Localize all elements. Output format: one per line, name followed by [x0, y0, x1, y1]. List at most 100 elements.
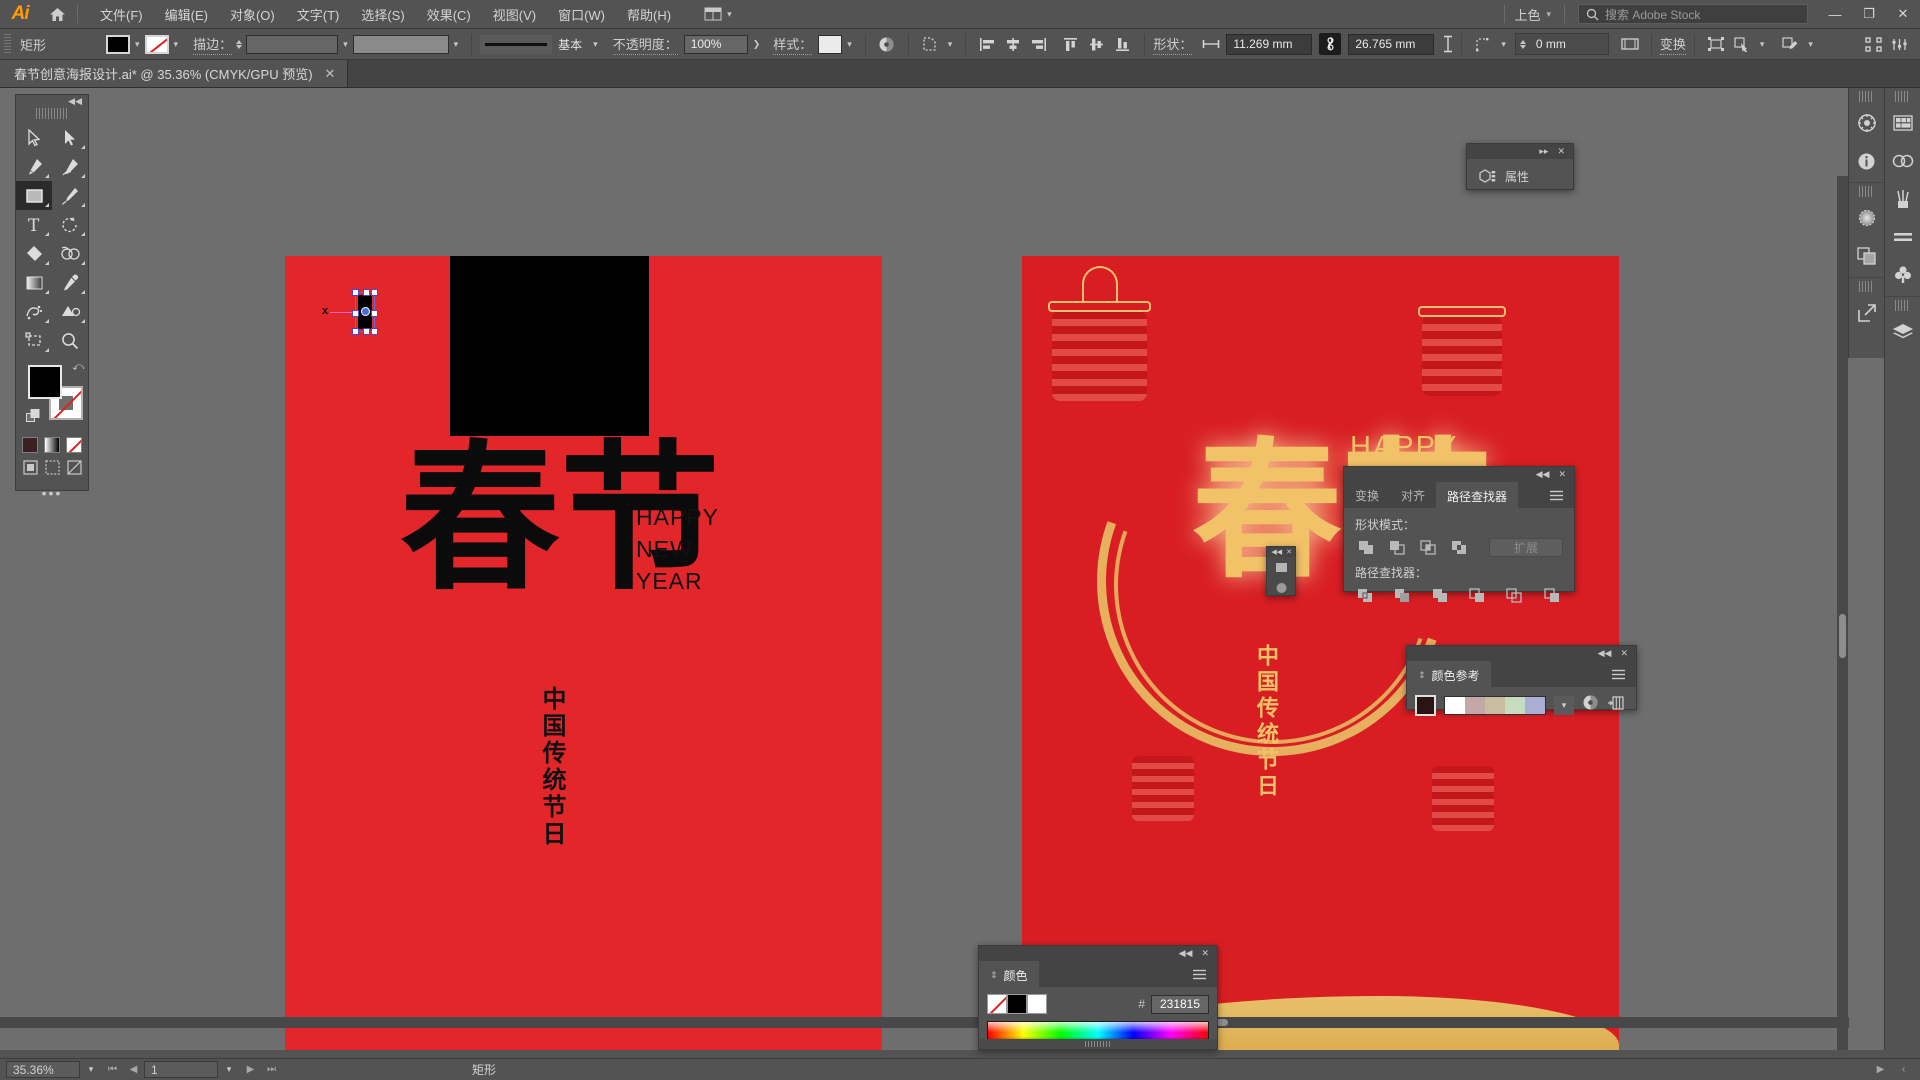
pathfinder-collapse-icon[interactable]: ◀◀ [1536, 469, 1550, 480]
select-similar-chevron-down-icon[interactable]: ▾ [943, 39, 958, 50]
menu-effect[interactable]: 效果(C) [416, 0, 482, 29]
document-tab[interactable]: 春节创意海报设计.ai* @ 35.36% (CMYK/GPU 预览) ✕ [0, 60, 349, 87]
rectangle-tool[interactable] [16, 181, 52, 210]
symbol-sprayer-tool[interactable] [16, 297, 52, 326]
color-guide-menu-icon[interactable] [1601, 661, 1636, 687]
type-tool[interactable]: T [16, 210, 52, 239]
brush-chevron-down-icon[interactable]: ▾ [588, 39, 603, 50]
stroke-weight-field[interactable] [246, 34, 339, 54]
mini-tools-collapse-icon[interactable]: ◀◀ [1271, 548, 1282, 556]
stroke-chevron-down-icon[interactable]: ▾ [169, 39, 184, 50]
color-wheel-icon[interactable] [1582, 694, 1599, 716]
none-button[interactable] [66, 437, 82, 453]
minimize-button[interactable]: — [1818, 0, 1852, 29]
zoom-tool[interactable] [52, 326, 88, 355]
link-icon[interactable] [1319, 33, 1342, 55]
pathfinder-menu-icon[interactable] [1539, 482, 1574, 508]
stroke-label[interactable]: 描边： [193, 34, 233, 55]
tab-color-guide[interactable]: ⇕ 颜色参考 [1407, 661, 1491, 687]
stroke-profile-field[interactable] [352, 34, 449, 54]
menu-window[interactable]: 窗口(W) [547, 0, 616, 29]
corner-type-button[interactable] [1470, 32, 1496, 56]
workspace-chevron-down-icon[interactable]: ▾ [1546, 9, 1561, 20]
dock-a-grip-2[interactable] [1859, 186, 1874, 197]
control-bar-grip[interactable] [4, 34, 11, 54]
black-rectangle-shape[interactable] [450, 256, 649, 436]
fill-color-swatch[interactable] [28, 365, 62, 399]
menu-select[interactable]: 选择(S) [350, 0, 415, 29]
align-center-h-button[interactable] [1000, 32, 1026, 56]
dock-b-grip-2[interactable] [1895, 300, 1910, 311]
tab-transform[interactable]: 变换 [1344, 482, 1390, 508]
opacity-expand-icon[interactable]: ❯ [748, 39, 766, 50]
outline-button[interactable] [1504, 586, 1525, 605]
pen-tool[interactable] [16, 152, 52, 181]
shape-builder-tool[interactable] [52, 239, 88, 268]
eyedropper-tool[interactable] [52, 268, 88, 297]
crop-button[interactable] [1467, 586, 1488, 605]
properties-close-icon[interactable]: ✕ [1557, 146, 1565, 157]
canvas-horizontal-scrollbar[interactable] [0, 1017, 1849, 1028]
fill-swatch[interactable] [106, 34, 130, 54]
properties-expand-icon[interactable]: ▸▸ [1539, 146, 1548, 157]
expand-button[interactable]: 扩展 [1489, 538, 1563, 557]
status-play-icon[interactable]: ▶ [1870, 1061, 1891, 1078]
curvature-tool[interactable] [52, 152, 88, 181]
artboard-tool[interactable] [16, 326, 52, 355]
artboard-left[interactable]: 春节 HAPPY NEW YEAR 中国传统节日 [285, 256, 882, 1050]
corner-radius-stepper[interactable] [1516, 39, 1530, 49]
gradient-tool[interactable] [16, 268, 52, 297]
zoom-level-field[interactable]: 35.36% [6, 1061, 80, 1078]
pathfinder-close-icon[interactable]: ✕ [1558, 469, 1566, 480]
gradient-button[interactable] [44, 437, 60, 453]
tab-color[interactable]: ⇕ 颜色 [979, 961, 1039, 987]
rotate-tool[interactable] [52, 210, 88, 239]
minus-back-button[interactable] [1542, 586, 1563, 605]
color-wheel-icon[interactable] [1849, 104, 1884, 142]
status-expand-icon[interactable]: ‹ [1893, 1061, 1914, 1078]
swap-fill-stroke-icon[interactable]: ⤺ [72, 361, 84, 374]
document-setup-button[interactable] [1860, 32, 1886, 56]
menu-view[interactable]: 视图(V) [482, 0, 547, 29]
stroke-swatch[interactable] [144, 34, 169, 54]
default-fill-stroke-icon[interactable] [26, 409, 41, 429]
opacity-field[interactable]: 100% [683, 34, 748, 54]
select-behind-chevron-down-icon[interactable]: ▾ [1755, 39, 1770, 50]
gradient-icon[interactable] [1849, 199, 1884, 237]
color-panel-resize-grip[interactable] [979, 1039, 1217, 1049]
tab-align[interactable]: 对齐 [1390, 482, 1436, 508]
prev-artboard-button[interactable]: ◀ [123, 1061, 144, 1078]
direct-selection-tool[interactable] [52, 123, 88, 152]
draw-normal-icon[interactable] [22, 460, 38, 475]
properties-panel-tab[interactable]: 属性 [1467, 159, 1573, 185]
white-swatch[interactable] [1027, 994, 1047, 1014]
paintbrush-tool[interactable] [52, 181, 88, 210]
maximize-button[interactable]: ❐ [1852, 0, 1886, 29]
brushes-icon[interactable] [1885, 180, 1920, 218]
cc-libraries-icon[interactable] [1885, 142, 1920, 180]
selection-tool[interactable] [16, 123, 52, 152]
scale-corners-button[interactable] [1617, 32, 1643, 56]
stroke-weight-stepper[interactable] [232, 39, 246, 49]
recolor-artwork-button[interactable] [874, 32, 900, 56]
style-chevron-down-icon[interactable]: ▾ [842, 39, 857, 50]
asset-export-icon[interactable] [1849, 294, 1884, 332]
menu-object[interactable]: 对象(O) [219, 0, 286, 29]
color-guide-close-icon[interactable]: ✕ [1620, 648, 1628, 659]
tab-pathfinder[interactable]: 路径查找器 [1436, 482, 1519, 508]
stock-search-input[interactable]: 搜索 Adobe Stock [1578, 4, 1808, 24]
intersect-button[interactable] [1417, 538, 1439, 557]
menu-help[interactable]: 帮助(H) [616, 0, 682, 29]
stroke-panel-icon[interactable] [1885, 218, 1920, 256]
transparency-icon[interactable] [1849, 237, 1884, 275]
color-button[interactable] [22, 437, 38, 453]
swatches-icon[interactable] [1885, 104, 1920, 142]
isolate-group-button[interactable] [1703, 32, 1729, 56]
draw-inside-icon[interactable] [66, 460, 82, 475]
color-panel-menu-icon[interactable] [1182, 961, 1217, 987]
dock-b-grip[interactable] [1895, 91, 1910, 102]
merge-button[interactable] [1430, 586, 1451, 605]
layers-icon[interactable] [1885, 313, 1920, 351]
shape-label[interactable]: 形状： [1153, 34, 1193, 55]
none-swatch[interactable] [987, 994, 1007, 1014]
